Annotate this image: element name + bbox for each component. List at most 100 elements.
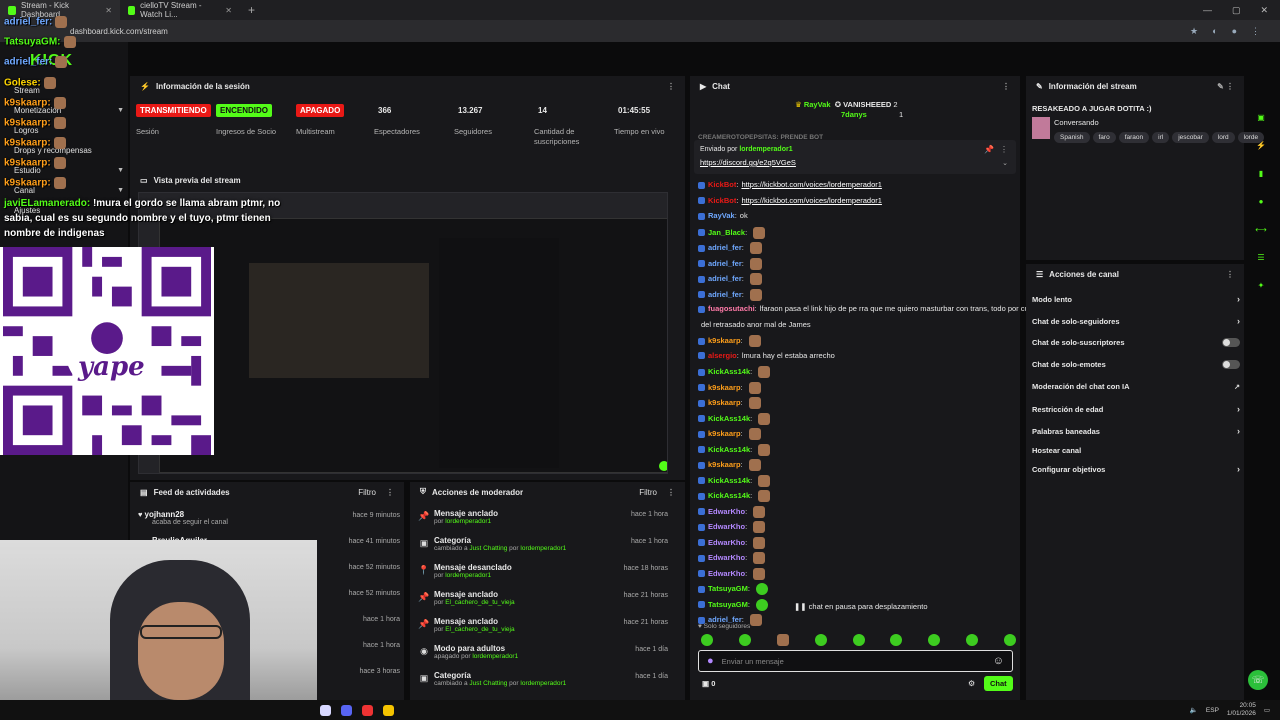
action-host-channel[interactable]: Hostear canal — [1032, 446, 1240, 455]
chat-username[interactable]: RayVak — [708, 211, 735, 220]
extension-icon[interactable]: ◐ — [1212, 26, 1217, 37]
emote-icon[interactable] — [738, 634, 751, 646]
filter-button[interactable]: Filtro — [358, 488, 376, 497]
action-slow-mode[interactable]: Modo lento › — [1032, 294, 1240, 304]
chat-username[interactable]: KickAss14k — [708, 475, 750, 484]
action-emotes-only[interactable]: Chat de solo-emotes — [1032, 360, 1240, 369]
chat-username[interactable]: adriel_fer — [708, 243, 742, 252]
chat-message[interactable]: Jan_Black: — [698, 226, 766, 239]
chat-text[interactable]: https://kickbot.com/voices/lordemperador… — [741, 180, 881, 189]
notifications-icon[interactable]: ▭ — [1264, 706, 1270, 714]
emote-icon[interactable] — [1004, 634, 1016, 646]
chat-username[interactable]: adriel_fer — [708, 258, 742, 267]
chat-message[interactable]: k9skaarp: — [698, 459, 761, 471]
chat-username[interactable]: KickAss14k — [708, 413, 750, 422]
pip-icon[interactable]: ▣ — [1254, 110, 1268, 124]
chat-username[interactable]: EdwarKho — [708, 522, 745, 531]
emote-icon[interactable] — [890, 634, 903, 646]
chat-message[interactable]: del retrasado anor mal de James — [698, 320, 811, 329]
bolt-icon[interactable]: ⚡ — [1254, 138, 1268, 152]
chat-message[interactable]: EdwarKho: — [698, 536, 766, 549]
toggle-switch[interactable] — [1222, 338, 1240, 347]
chat-message[interactable]: KickAss14k: — [698, 474, 771, 487]
chat-message[interactable]: adriel_fer: — [698, 288, 762, 301]
floating-support-icon[interactable]: ☏ — [1248, 670, 1268, 690]
code-icon[interactable]: ⟷ — [1254, 222, 1268, 236]
more-options-icon[interactable]: ⋮ — [1000, 145, 1008, 154]
chat-input[interactable]: ● Enviar un mensaje ☺ — [698, 650, 1013, 672]
volume-icon[interactable]: 🔈 — [1190, 706, 1198, 714]
chat-message[interactable]: RayVak: ok — [698, 211, 748, 220]
browser-tab-watch[interactable]: cielloTV Stream - Watch Li... ✕ — [120, 0, 240, 20]
pin-icon[interactable]: 📌 — [984, 145, 994, 154]
chat-username[interactable]: adriel_fer — [708, 289, 742, 298]
more-options-icon[interactable]: ⋮ — [386, 488, 394, 497]
chat-message[interactable]: EdwarKho: — [698, 505, 766, 518]
chat-message[interactable]: EdwarKho: — [698, 521, 766, 533]
bookmark-icon[interactable]: ▮ — [1254, 166, 1268, 180]
emoji-icon[interactable]: ☺ — [993, 655, 1004, 667]
chat-username[interactable]: KickAss14k — [708, 367, 750, 376]
chat-username[interactable]: k9skaarp — [708, 336, 741, 345]
emote-icon[interactable] — [852, 634, 865, 646]
server-icon[interactable]: ☰ — [1254, 250, 1268, 264]
emote-icon[interactable] — [814, 634, 827, 646]
emote-icon[interactable] — [928, 634, 941, 646]
chat-message[interactable]: KickBot: https://kickbot.com/voices/lorde… — [698, 196, 882, 205]
leader-name[interactable]: 7danys — [841, 110, 867, 119]
action-ai-moderation[interactable]: Moderación del chat con IA ↗ — [1032, 382, 1240, 391]
more-options-icon[interactable]: ⋮ — [667, 82, 675, 91]
chat-paused-notice[interactable]: ❚❚ chat en pausa para desplazamiento — [790, 600, 932, 613]
chat-message[interactable]: adriel_fer: — [698, 242, 762, 254]
chat-username[interactable]: alsergio — [708, 351, 737, 360]
chat-message[interactable]: adriel_fer: — [698, 257, 762, 270]
chat-username[interactable]: k9skaarp — [708, 398, 741, 407]
action-subscribers-only[interactable]: Chat de solo-suscriptores — [1032, 338, 1240, 347]
chat-message[interactable]: KickAss14k: — [698, 490, 771, 502]
feed-user[interactable]: yojhann28 — [145, 510, 185, 519]
chat-username[interactable]: KickAss14k — [708, 444, 750, 453]
stream-category[interactable]: Conversando — [1054, 118, 1099, 127]
gear-icon[interactable]: ⚙ — [968, 679, 975, 688]
emote-icon[interactable] — [701, 634, 713, 646]
chat-message[interactable]: fuagosutachi: lfaraon pasa el link hijo d… — [698, 304, 1039, 313]
chat-username[interactable]: TatsuyaGM — [708, 584, 748, 593]
chat-username[interactable]: k9skaarp — [708, 429, 741, 438]
action-age-restriction[interactable]: Restricción de edad › — [1032, 404, 1240, 414]
new-tab-button[interactable]: + — [240, 3, 263, 17]
action-goals[interactable]: Configurar objetivos › — [1032, 464, 1240, 474]
chat-message[interactable]: KickAss14k: — [698, 366, 771, 378]
pinned-link[interactable]: https://discord.gg/e2q5VGeS — [700, 158, 796, 167]
chat-message[interactable]: EdwarKho: — [698, 567, 766, 580]
chat-username[interactable]: KickBot — [708, 180, 736, 189]
emote-icon[interactable] — [776, 634, 789, 646]
menu-icon[interactable]: ⋮ — [1251, 26, 1260, 37]
chat-message[interactable]: TatsuyaGM: — [698, 583, 768, 595]
discord-icon[interactable] — [341, 704, 352, 716]
chat-username[interactable]: fuagosutachi — [708, 304, 755, 313]
chat-username[interactable]: Jan_Black — [708, 227, 745, 236]
minimize-icon[interactable]: — — [1203, 5, 1212, 16]
emote-icon[interactable] — [966, 634, 979, 646]
leader-name[interactable]: VANISHEEED — [843, 100, 891, 109]
chat-username[interactable]: EdwarKho — [708, 553, 745, 562]
chat-message[interactable]: k9skaarp: — [698, 381, 761, 394]
language-indicator[interactable]: ESP — [1206, 707, 1219, 714]
close-window-icon[interactable]: ✕ — [1260, 5, 1268, 16]
profile-icon[interactable]: ● — [1232, 26, 1237, 37]
chat-bubble-icon[interactable]: ● — [1254, 194, 1268, 208]
leader-name[interactable]: RayVak — [804, 100, 831, 109]
bookmark-star-icon[interactable]: ★ — [1190, 26, 1198, 37]
toggle-switch[interactable] — [1222, 360, 1240, 369]
chat-message[interactable]: KickBot: https://kickbot.com/voices/lorde… — [698, 180, 882, 189]
close-tab-icon[interactable]: ✕ — [225, 6, 232, 15]
more-options-icon[interactable]: ⋮ — [1002, 82, 1010, 91]
chat-username[interactable]: KickAss14k — [708, 491, 750, 500]
chat-username[interactable]: k9skaarp — [708, 460, 741, 469]
pinned-message[interactable]: Enviado por lordemperador1 https://disco… — [694, 140, 1016, 174]
folder-icon[interactable] — [383, 704, 394, 716]
chat-username[interactable]: TatsuyaGM — [708, 599, 748, 608]
app-icon[interactable] — [320, 704, 331, 716]
more-options-icon[interactable]: ⋮ — [667, 488, 675, 497]
wrench-icon[interactable]: ✦ — [1254, 278, 1268, 292]
